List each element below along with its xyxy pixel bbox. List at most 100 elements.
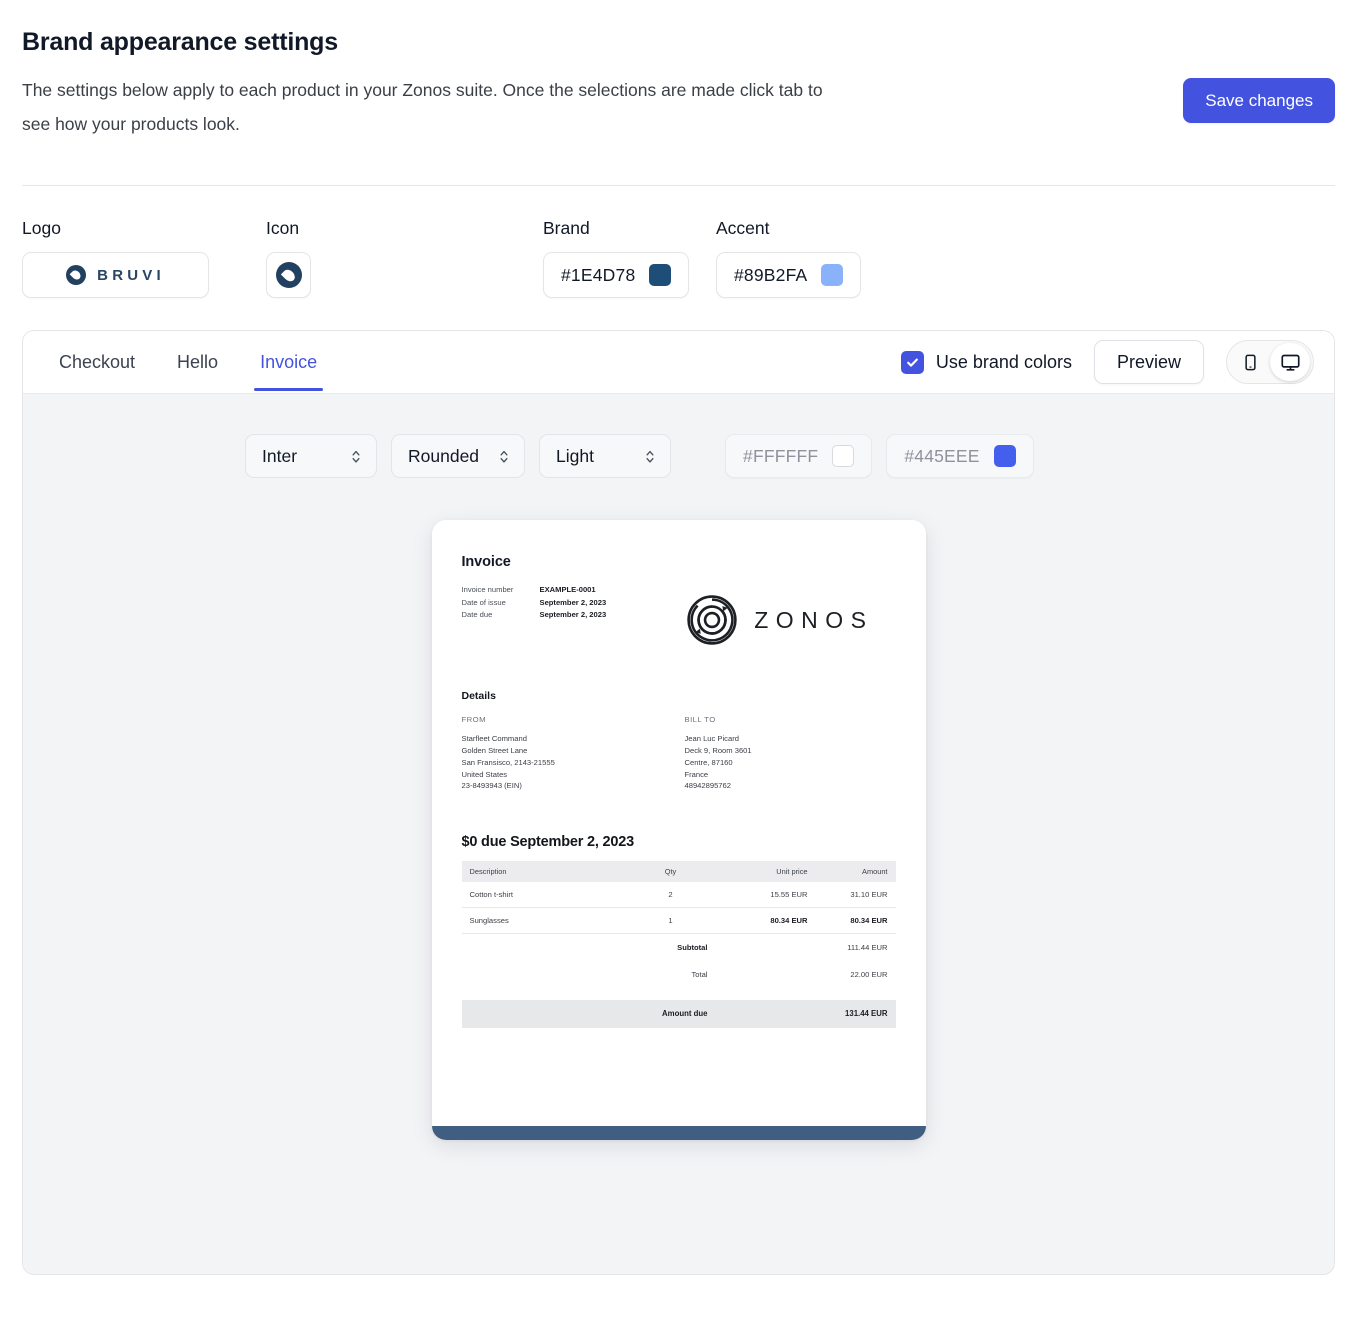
invoice-meta-row: Date of issue September 2, 2023 [462,597,607,610]
total-label: Total [691,970,708,980]
zonos-wordmark: ZONOS [754,606,874,633]
page-title: Brand appearance settings [22,28,338,56]
totals-spacer [462,934,626,962]
droplet-icon [66,265,87,286]
amount-due-spacer [715,1000,816,1029]
device-mobile-button[interactable] [1230,343,1270,381]
item-amount: 80.34 EUR [815,907,896,935]
device-toggle [1226,340,1314,385]
column-amount: Amount [815,861,896,883]
invoice-meta-row: Date due September 2, 2023 [462,609,607,622]
bill-to-heading: BILL TO [684,715,716,725]
desktop-icon [1280,354,1300,371]
table-body: Cotton t-shirt 2 15.55 EUR 31.10 EUR Sun… [461,882,896,1029]
logo-field-group: Logo BRUVI [22,218,266,299]
logo-preview[interactable]: BRUVI [22,252,209,299]
item-description: Cotton t-shirt [461,882,626,909]
chevron-updown-icon [500,450,508,463]
amount-due-row: Amount due 131.44 EUR [461,1000,896,1029]
tab-invoice[interactable]: Invoice [254,334,324,392]
table-head: Description Qty Unit price Amount [461,861,896,883]
from-line: 23-8493943 (EIN) [461,781,522,791]
tabbar-actions: Use brand colors Preview [900,340,1314,385]
checkmark-icon[interactable] [900,350,924,374]
amount-due-heading: $0 due September 2, 2023 [461,834,635,851]
invoice-top-section: Invoice number EXAMPLE-0001 Date of issu… [462,584,896,646]
invoice-meta-table: Invoice number EXAMPLE-0001 Date of issu… [462,584,607,622]
brand-color-label: Brand [543,218,590,239]
font-select-value: Inter [262,445,298,466]
amount-due-label: Amount due [625,1000,716,1029]
primary-color-value: #445EEE [904,445,980,466]
accent-color-input[interactable]: #89B2FA [716,252,862,299]
icon-label: Icon [266,218,300,239]
from-line: Golden Street Lane [461,746,528,756]
totals-spacer [716,934,816,962]
preview-panel: Checkout Hello Invoice Use brand colors … [22,330,1335,1276]
total-value: 22.00 EUR [850,970,888,980]
tab-hello[interactable]: Hello [175,334,220,390]
totals-spacer [462,961,626,988]
invoice-preview-wrapper: Invoice Invoice number EXAMPLE-0001 Date… [23,478,1334,1141]
droplet-icon [275,262,302,289]
zonos-logo: ZONOS [686,594,873,646]
column-unit-price: Unit price [715,861,816,883]
background-color-swatch[interactable] [832,445,855,468]
page-description: The settings below apply to each product… [22,80,823,135]
table-row: Sunglasses 1 80.34 EUR 80.34 EUR [461,907,896,935]
brand-color-swatch[interactable] [649,264,672,287]
item-unit-price: 80.34 EUR [715,907,816,935]
icon-field-group: Icon [266,218,543,299]
save-changes-button[interactable]: Save changes [1183,78,1335,123]
column-description: Description [461,861,626,883]
primary-color-input[interactable]: #445EEE [886,434,1034,479]
theme-select[interactable]: Light [539,434,672,479]
bill-to-line: Deck 9, Room 3601 [684,746,752,756]
from-line: San Fransisco, 2143-21555 [461,757,555,767]
corners-select[interactable]: Rounded [391,434,526,479]
date-due-value: September 2, 2023 [539,610,607,620]
use-brand-colors-checkbox[interactable]: Use brand colors [900,350,1072,374]
brand-settings-row: Logo BRUVI Icon Brand #1E4D78 Accent #89… [0,186,1357,299]
details-heading: Details [461,690,496,703]
subtotal-value: 111.44 EUR [847,943,888,953]
date-of-issue-label: Date of issue [461,597,506,607]
item-amount: 31.10 EUR [815,882,896,909]
totals-row-subtotal: Subtotal 111.44 EUR [462,934,896,962]
invoice-meta-row: Invoice number EXAMPLE-0001 [462,584,607,597]
preview-tabbar: Checkout Hello Invoice Use brand colors … [23,331,1334,395]
from-line: Starfleet Command [461,734,527,744]
font-select[interactable]: Inter [245,434,377,479]
logo-label: Logo [22,218,61,239]
from-line: United States [461,769,508,779]
theme-select-value: Light [556,445,594,466]
tab-checkout[interactable]: Checkout [57,334,137,390]
chevron-updown-icon [646,450,654,463]
corners-select-value: Rounded [408,445,480,466]
mobile-icon [1244,354,1256,371]
invoice-card-footer-bar [431,1126,926,1141]
background-color-input[interactable]: #FFFFFF [725,434,873,479]
invoice-title: Invoice [461,554,511,571]
from-heading: FROM [461,715,486,725]
bill-to-line: France [684,769,709,779]
icon-preview[interactable] [266,252,311,299]
item-unit-price: 15.55 EUR [715,882,816,909]
totals-row-total: Total 22.00 EUR [462,961,896,988]
subtotal-label: Subtotal [677,943,708,953]
table-row: Cotton t-shirt 2 15.55 EUR 31.10 EUR [461,882,896,909]
device-desktop-button[interactable] [1270,343,1310,382]
bill-to-line: 48942895762 [684,781,731,791]
accent-color-swatch[interactable] [821,264,844,287]
preview-button[interactable]: Preview [1093,340,1204,385]
preview-controls: Inter Rounded Light #FFFFFF #445EEE [23,434,1334,479]
primary-color-swatch[interactable] [993,445,1016,468]
brand-appearance-page: Brand appearance settings The settings b… [0,0,1357,1327]
from-address-block: FROM Starfleet Command Golden Street Lan… [462,715,679,792]
accent-color-group: Accent #89B2FA [716,218,862,299]
item-qty: 2 [625,882,716,909]
item-description: Sunglasses [461,907,626,935]
table-header-row: Description Qty Unit price Amount [461,861,896,883]
brand-color-input[interactable]: #1E4D78 [543,252,690,299]
totals-spacer [716,961,816,988]
